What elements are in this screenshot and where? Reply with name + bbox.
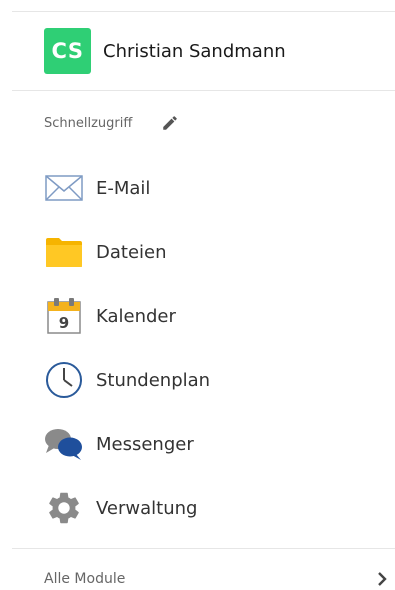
quick-access-label: Schnellzugriff [44,115,133,131]
top-divider [12,11,395,12]
avatar-initials: CS [51,39,84,63]
nav-label-email: E-Mail [96,177,151,199]
all-modules-link[interactable]: Alle Module [44,568,389,590]
nav-item-messenger[interactable]: Messenger [44,424,194,464]
envelope-icon [44,168,84,208]
clock-icon [44,360,84,400]
chat-bubbles-icon [44,424,84,464]
nav-item-timetable[interactable]: Stundenplan [44,360,210,400]
quick-access-header: Schnellzugriff [44,113,180,133]
user-name: Christian Sandmann [103,40,286,62]
nav-item-email[interactable]: E-Mail [44,168,150,208]
gear-icon [44,488,84,528]
chevron-right-icon [375,572,389,586]
nav-item-administration[interactable]: Verwaltung [44,488,197,528]
calendar-day-number: 9 [58,314,70,332]
nav-label-files: Dateien [96,241,167,263]
nav-label-timetable: Stundenplan [96,369,211,391]
nav-label-messenger: Messenger [96,433,194,455]
bottom-divider [12,548,395,549]
avatar: CS [44,28,91,74]
user-divider [12,90,395,91]
user-profile-row[interactable]: CS Christian Sandmann [44,28,286,74]
quick-access-menu: CS Christian Sandmann Schnellzugriff E-M… [0,0,395,589]
pencil-icon[interactable] [160,113,180,133]
folder-icon [44,232,84,272]
nav-item-files[interactable]: Dateien [44,232,167,272]
nav-label-administration: Verwaltung [96,497,198,519]
nav-label-calendar: Kalender [96,305,176,327]
all-modules-label: Alle Module [44,571,126,587]
